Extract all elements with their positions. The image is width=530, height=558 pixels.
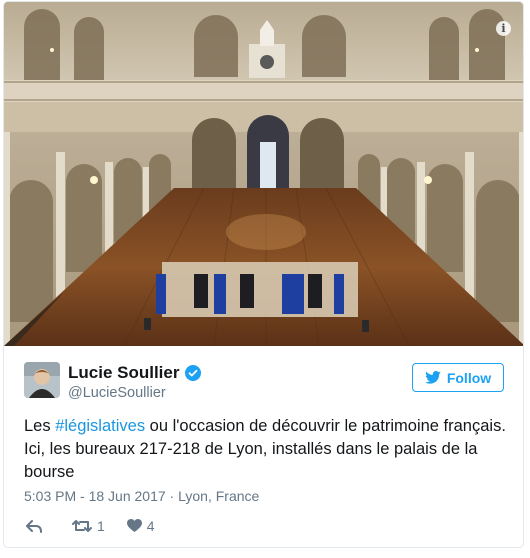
location-link[interactable]: Lyon, France (178, 488, 259, 504)
avatar-image (24, 362, 60, 398)
verified-badge-icon (185, 365, 202, 381)
like-count: 4 (146, 518, 155, 534)
reply-icon (26, 519, 42, 533)
avatar[interactable] (24, 362, 60, 398)
hashtag-link[interactable]: #législatives (55, 417, 145, 435)
tweet-text: Les #législatives ou l'occasion de décou… (24, 415, 509, 484)
heart-icon (126, 519, 142, 532)
follow-label: Follow (446, 369, 492, 386)
twitter-bird-icon (425, 371, 441, 384)
meta-separator: · (165, 488, 179, 504)
follow-button[interactable]: Follow (412, 363, 504, 392)
retweet-button[interactable]: 1 (72, 518, 105, 534)
like-button[interactable]: 4 (126, 518, 155, 534)
author-name-row: Lucie Soullier (68, 363, 202, 383)
tweet-actions: 1 4 (26, 518, 155, 534)
tweet-meta: 5:03 PM - 18 Jun 2017 · Lyon, France (24, 488, 259, 504)
info-icon[interactable]: i (496, 21, 511, 36)
timestamp-link[interactable]: 5:03 PM - 18 Jun 2017 (24, 488, 166, 504)
hall-photo (4, 2, 523, 346)
tweet-text-start: Les (24, 417, 56, 435)
author-name[interactable]: Lucie Soullier (68, 363, 179, 383)
tweet-photo[interactable]: i (4, 2, 523, 346)
tweet-header: Lucie Soullier @LucieSoullier Follow (24, 361, 504, 405)
tweet-card: i Lucie Soullier @LucieSoullier Follow L… (3, 1, 524, 548)
retweet-icon (72, 520, 92, 532)
author-handle[interactable]: @LucieSoullier (68, 385, 166, 401)
reply-button[interactable] (26, 519, 42, 533)
retweet-count: 1 (97, 518, 105, 534)
